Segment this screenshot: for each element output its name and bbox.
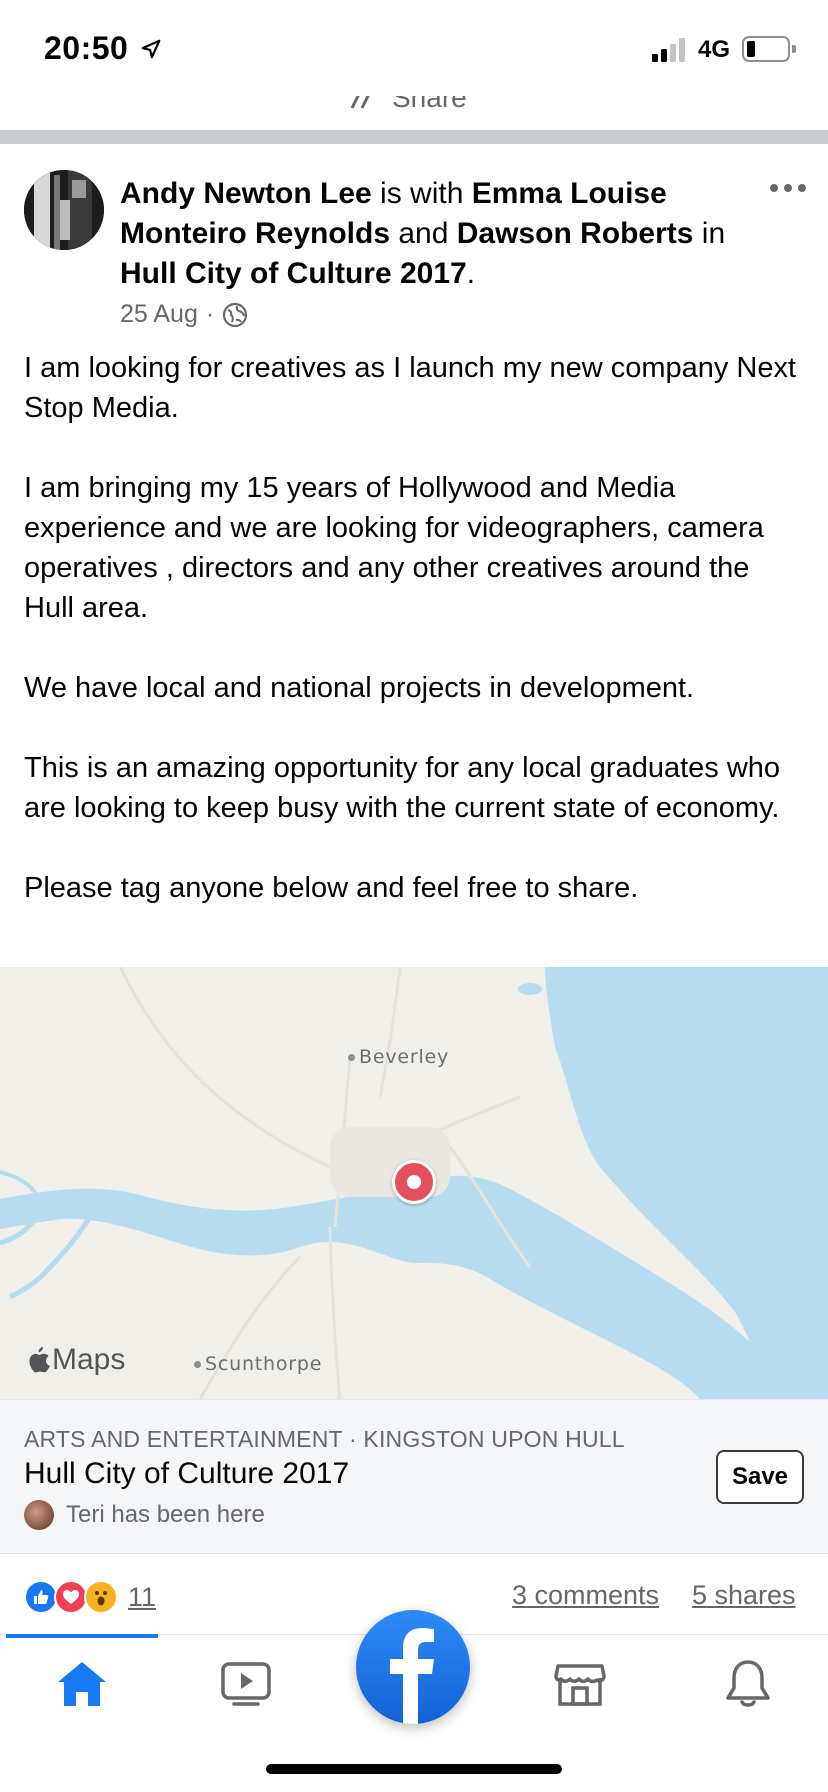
wow-reaction-icon [84, 1580, 118, 1614]
author-avatar[interactable] [24, 170, 104, 250]
comments-count[interactable]: 3 comments [512, 1580, 659, 1611]
status-bar: 20:50 4G [0, 0, 828, 96]
tab-watch[interactable] [214, 1652, 278, 1716]
previous-post-share[interactable]: Share [0, 96, 828, 130]
reactions-summary[interactable]: 11 [24, 1580, 156, 1614]
place-category: ARTS AND ENTERTAINMENT · KINGSTON UPON H… [24, 1426, 625, 1452]
tagged-place[interactable]: Hull City of Culture 2017 [120, 257, 467, 290]
tab-home[interactable] [50, 1652, 114, 1716]
tab-facebook[interactable] [356, 1610, 470, 1724]
visitor-text: Teri has been here [66, 1501, 265, 1528]
feed-separator [0, 130, 828, 144]
signal-icon [652, 38, 685, 62]
place-visitor: Teri has been here [24, 1500, 265, 1530]
apple-icon [29, 1347, 50, 1373]
author-name[interactable]: Andy Newton Lee [120, 177, 372, 210]
in-text: in [693, 217, 726, 250]
marketplace-icon [554, 1664, 606, 1706]
like-reaction-icon [24, 1580, 58, 1614]
location-arrow-icon [141, 39, 161, 59]
notifications-icon [726, 1660, 770, 1707]
share-icon [350, 96, 370, 109]
visitor-avatar [24, 1500, 54, 1530]
facebook-icon [390, 1628, 434, 1724]
reaction-count[interactable]: 11 [128, 1582, 156, 1613]
battery-icon [742, 36, 790, 62]
map-place-scunthorpe: Scunthorpe [194, 1353, 322, 1375]
post-paragraph: Please tag anyone below and feel free to… [24, 872, 639, 904]
post-date[interactable]: 25 Aug [120, 300, 198, 329]
and-text: and [390, 217, 457, 250]
post-paragraph: I am bringing my 15 years of Hollywood a… [24, 472, 764, 624]
home-icon [58, 1662, 106, 1706]
post-paragraph: This is an amazing opportunity for any l… [24, 752, 781, 824]
tagged-person-2[interactable]: Dawson Roberts [457, 217, 694, 250]
tab-marketplace[interactable] [548, 1652, 612, 1716]
love-reaction-icon [54, 1580, 88, 1614]
globe-icon [223, 302, 248, 327]
post-paragraph: I am looking for creatives as I launch m… [24, 352, 797, 424]
maps-label: Maps [52, 1343, 126, 1376]
avatar-photo [24, 170, 104, 250]
tab-notifications[interactable] [716, 1652, 780, 1716]
map-pin-icon [392, 1160, 436, 1204]
shares-count[interactable]: 5 shares [692, 1580, 796, 1611]
map-place-beverley: Beverley [348, 1046, 449, 1068]
header-period: . [466, 257, 476, 290]
active-tab-indicator [6, 1634, 158, 1638]
home-indicator[interactable] [266, 1764, 562, 1774]
status-time: 20:50 [44, 30, 129, 66]
with-text: is with [371, 177, 472, 210]
share-label: Share [392, 96, 467, 113]
post-paragraph: We have local and national projects in d… [24, 672, 695, 704]
battery-cap [792, 45, 796, 53]
post-meta: 25 Aug · [120, 300, 248, 329]
post-header: Andy Newton Lee is with Emma Louise Mont… [120, 174, 760, 294]
place-name[interactable]: Hull City of Culture 2017 [24, 1457, 349, 1491]
maps-logo: Maps [28, 1343, 125, 1377]
meta-separator: · [205, 300, 215, 328]
network-label: 4G [698, 36, 731, 63]
more-options-icon[interactable] [768, 176, 808, 200]
save-button[interactable]: Save [716, 1450, 804, 1504]
post-body: I am looking for creatives as I launch m… [24, 348, 804, 948]
watch-icon [221, 1662, 271, 1706]
